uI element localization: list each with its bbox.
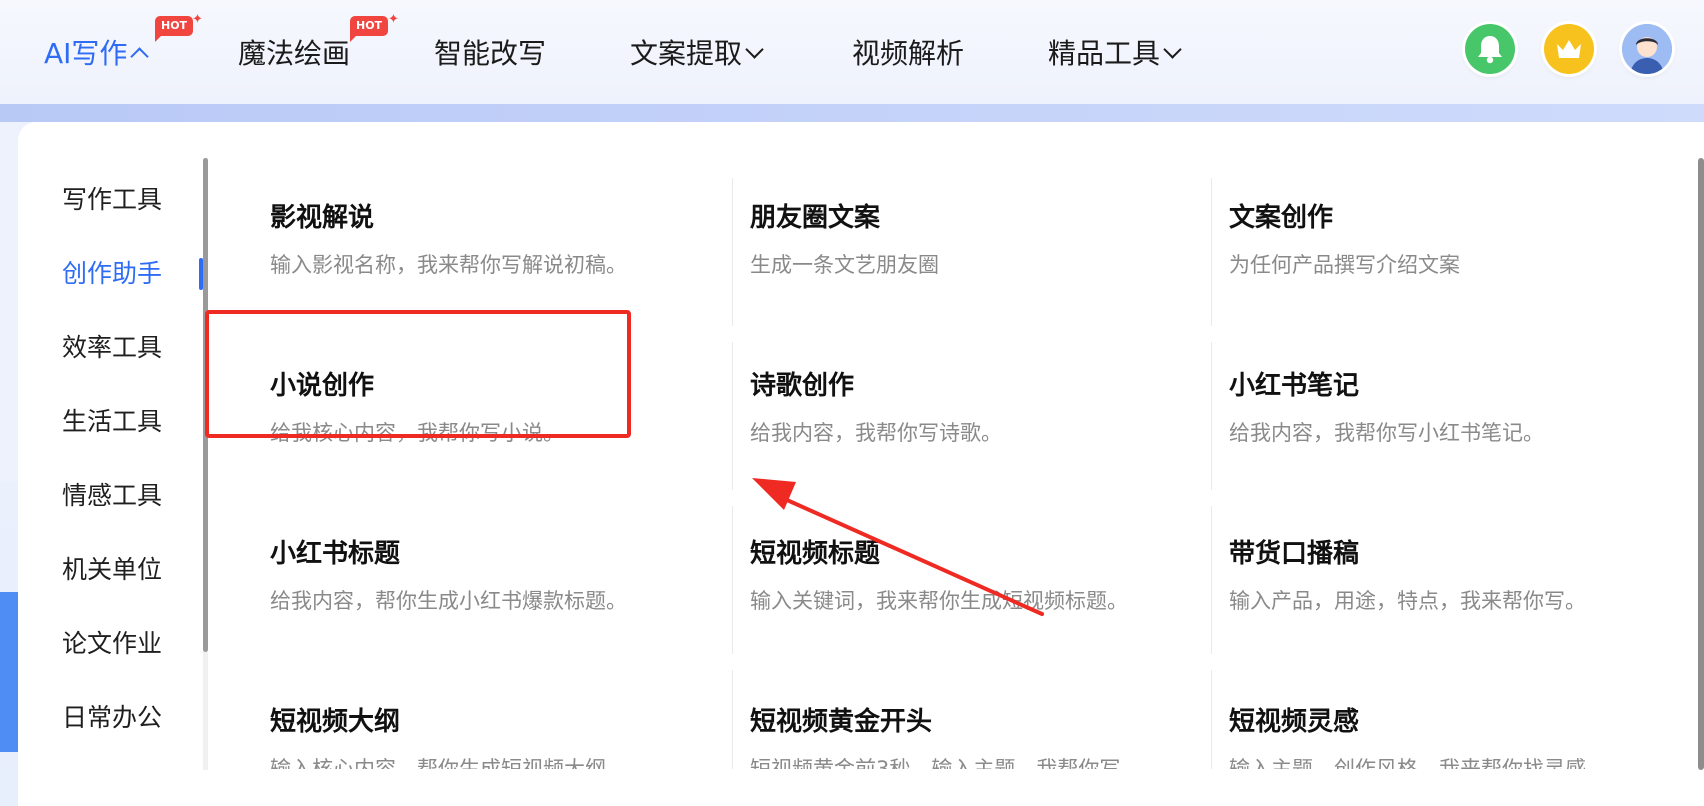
nav-copy-extract-label: 文案提取 <box>630 37 743 70</box>
hot-badge: HOT <box>155 16 194 42</box>
crown-icon <box>1557 40 1581 58</box>
tool-card-poetry-writing[interactable]: 诗歌创作 给我内容，我帮你写诗歌。 <box>750 369 1170 448</box>
category-writing-tools[interactable]: 写作工具 <box>62 184 162 216</box>
avatar-icon <box>1622 24 1672 74</box>
category-emotion-tools[interactable]: 情感工具 <box>62 480 162 512</box>
tool-card-xiaohongshu-notes[interactable]: 小红书笔记 给我内容，我帮你写小红书笔记。 <box>1229 369 1649 448</box>
tool-card-live-selling-script[interactable]: 带货口播稿 输入产品，用途，特点，我来帮你写。 <box>1229 537 1649 616</box>
nav-shadow-strip <box>0 104 1704 122</box>
tool-title: 短视频大纲 <box>270 707 401 737</box>
tool-title: 短视频黄金开头 <box>750 707 933 737</box>
tool-description: 输入主题，创作风格，我来帮你找灵感。 <box>1229 757 1607 769</box>
tool-description: 给我内容，帮你生成小红书爆款标题。 <box>270 589 627 613</box>
sparkle-icon: ✦ <box>388 12 399 27</box>
top-nav-bar: AI写作 HOT ✦ 魔法绘画 HOT ✦ 智能改写 文案提取 视频解析 精品工… <box>0 0 1704 108</box>
tool-card-moments-copy[interactable]: 朋友圈文案 生成一条文艺朋友圈 <box>750 201 1170 280</box>
nav-smart-rewrite[interactable]: 智能改写 <box>434 32 546 76</box>
tool-card-film-commentary[interactable]: 影视解说 输入影视名称，我来帮你写解说初稿。 <box>270 201 690 280</box>
nav-ai-writing[interactable]: AI写作 <box>44 32 150 76</box>
tool-description: 给我内容，我帮你写诗歌。 <box>750 421 1002 445</box>
tool-card-novel-writing[interactable]: 小说创作 给我核心内容，我帮你写小说。 <box>270 369 690 448</box>
column-divider <box>732 178 733 326</box>
column-divider <box>1211 342 1212 490</box>
notification-button[interactable] <box>1465 24 1515 74</box>
nav-smart-rewrite-label: 智能改写 <box>434 37 547 70</box>
nav-magic-painting-label: 魔法绘画 <box>238 37 351 70</box>
nav-ai-writing-label: AI写作 <box>44 37 128 70</box>
tool-title: 诗歌创作 <box>750 371 855 401</box>
tool-title: 小红书笔记 <box>1229 371 1360 401</box>
tool-description: 为任何产品撰写介绍文案 <box>1229 253 1460 277</box>
tool-grid-scrollbar[interactable] <box>1698 158 1704 770</box>
category-creative-assistant[interactable]: 创作助手 <box>62 258 162 290</box>
tool-title: 朋友圈文案 <box>750 203 881 233</box>
column-divider <box>1211 506 1212 654</box>
category-government[interactable]: 机关单位 <box>62 554 162 586</box>
category-efficiency-tools[interactable]: 效率工具 <box>62 332 162 364</box>
background-page-fragment-top <box>0 122 18 482</box>
tool-title: 短视频标题 <box>750 539 881 569</box>
vip-button[interactable] <box>1544 24 1594 74</box>
tool-card-short-video-hook[interactable]: 短视频黄金开头 短视频黄金前3秒，输入主题，我帮你写。 <box>750 705 1170 769</box>
user-avatar[interactable] <box>1622 24 1672 74</box>
nav-video-parse-label: 视频解析 <box>852 37 965 70</box>
column-divider <box>1211 670 1212 769</box>
tool-description: 给我核心内容，我帮你写小说。 <box>270 421 564 445</box>
tool-card-xiaohongshu-title[interactable]: 小红书标题 给我内容，帮你生成小红书爆款标题。 <box>270 537 690 616</box>
column-divider <box>732 342 733 490</box>
category-life-tools[interactable]: 生活工具 <box>62 406 162 438</box>
chevron-up-icon <box>130 47 150 66</box>
hot-badge: HOT <box>350 16 389 42</box>
tool-title: 文案创作 <box>1229 203 1334 233</box>
ai-writing-dropdown-panel: 写作工具 创作助手 效率工具 生活工具 情感工具 机关单位 论文作业 日常办公 … <box>18 122 1704 806</box>
tool-description: 短视频黄金前3秒，输入主题，我帮你写。 <box>750 757 1142 769</box>
tool-card-short-video-title[interactable]: 短视频标题 输入关键词，我来帮你生成短视频标题。 <box>750 537 1130 616</box>
tool-description: 给我内容，我帮你写小红书笔记。 <box>1229 421 1544 445</box>
tool-grid: 影视解说 输入影视名称，我来帮你写解说初稿。 朋友圈文案 生成一条文艺朋友圈 文… <box>208 122 1688 769</box>
tool-title: 影视解说 <box>270 203 375 233</box>
nav-magic-painting[interactable]: 魔法绘画 <box>238 32 350 76</box>
category-papers-homework[interactable]: 论文作业 <box>62 628 162 660</box>
bell-icon <box>1478 36 1502 64</box>
tool-title: 带货口播稿 <box>1229 539 1360 569</box>
active-category-indicator <box>199 258 203 290</box>
nav-copy-extract[interactable]: 文案提取 <box>630 32 764 76</box>
tool-title: 短视频灵感 <box>1229 707 1360 737</box>
tool-title: 小说创作 <box>270 371 375 401</box>
nav-premium-tools-label: 精品工具 <box>1048 37 1161 70</box>
chevron-down-icon <box>1163 40 1182 59</box>
nav-video-parse[interactable]: 视频解析 <box>852 32 964 76</box>
chevron-down-icon <box>745 40 764 59</box>
tool-card-short-video-outline[interactable]: 短视频大纲 输入核心内容，帮你生成短视频大纲。 <box>270 705 690 769</box>
category-daily-office[interactable]: 日常办公 <box>62 702 162 734</box>
tool-description: 输入影视名称，我来帮你写解说初稿。 <box>270 253 627 277</box>
column-divider <box>732 670 733 769</box>
tool-description: 生成一条文艺朋友圈 <box>750 253 939 277</box>
nav-premium-tools[interactable]: 精品工具 <box>1048 32 1182 76</box>
tool-title: 小红书标题 <box>270 539 401 569</box>
tool-card-copywriting[interactable]: 文案创作 为任何产品撰写介绍文案 <box>1229 201 1649 280</box>
tool-description: 输入关键词，我来帮你生成短视频标题。 <box>750 589 1128 613</box>
column-divider <box>732 506 733 654</box>
column-divider <box>1211 178 1212 326</box>
tool-card-short-video-inspiration[interactable]: 短视频灵感 输入主题，创作风格，我来帮你找灵感。 <box>1229 705 1649 769</box>
background-page-fragment-bottom <box>0 592 18 752</box>
tool-description: 输入产品，用途，特点，我来帮你写。 <box>1229 589 1586 613</box>
tool-description: 输入核心内容，帮你生成短视频大纲。 <box>270 757 627 769</box>
sparkle-icon: ✦ <box>192 12 203 27</box>
